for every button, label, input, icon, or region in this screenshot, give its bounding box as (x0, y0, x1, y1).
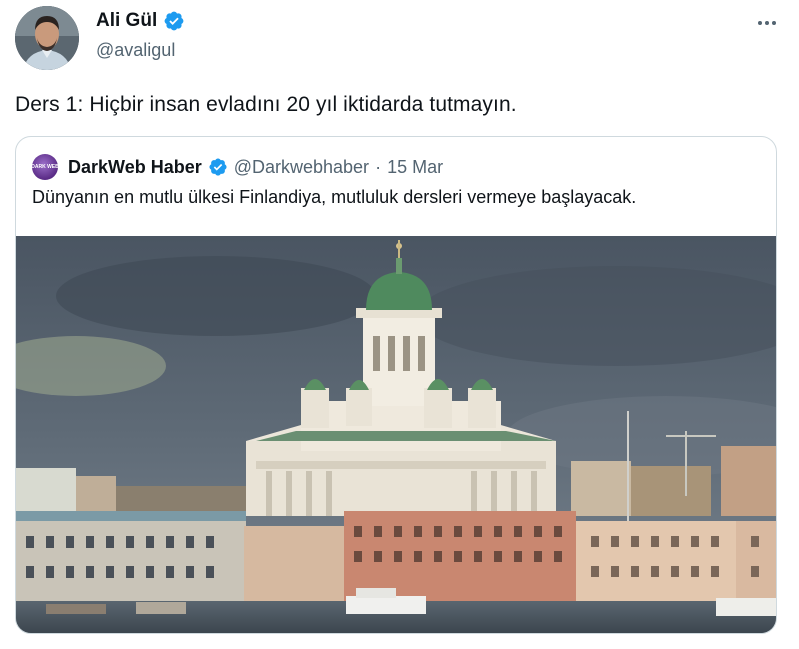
quoted-author-handle[interactable]: @Darkwebhaber (234, 157, 369, 178)
quoted-text: Dünyanın en mutlu ülkesi Finlandiya, mut… (32, 187, 637, 207)
author-name[interactable]: Ali Gül (96, 10, 157, 32)
quoted-tweet-card[interactable]: DARK WEB DarkWeb Haber @Darkwebhaber · 1… (15, 136, 777, 634)
quoted-date[interactable]: 15 Mar (387, 157, 443, 178)
tweet-text: Ders 1: Hiçbir insan evladını 20 yıl ikt… (15, 93, 517, 116)
quoted-author-name[interactable]: DarkWeb Haber (68, 157, 202, 178)
quoted-author-avatar[interactable]: DARK WEB (31, 154, 59, 180)
author-avatar[interactable] (15, 6, 79, 70)
separator-dot: · (375, 156, 382, 177)
quoted-photo[interactable] (16, 236, 777, 634)
author-handle[interactable]: @avaligul (96, 40, 175, 61)
quoted-verified-badge-icon (209, 158, 227, 176)
more-options-icon[interactable] (752, 10, 782, 36)
verified-badge-icon (164, 11, 184, 31)
